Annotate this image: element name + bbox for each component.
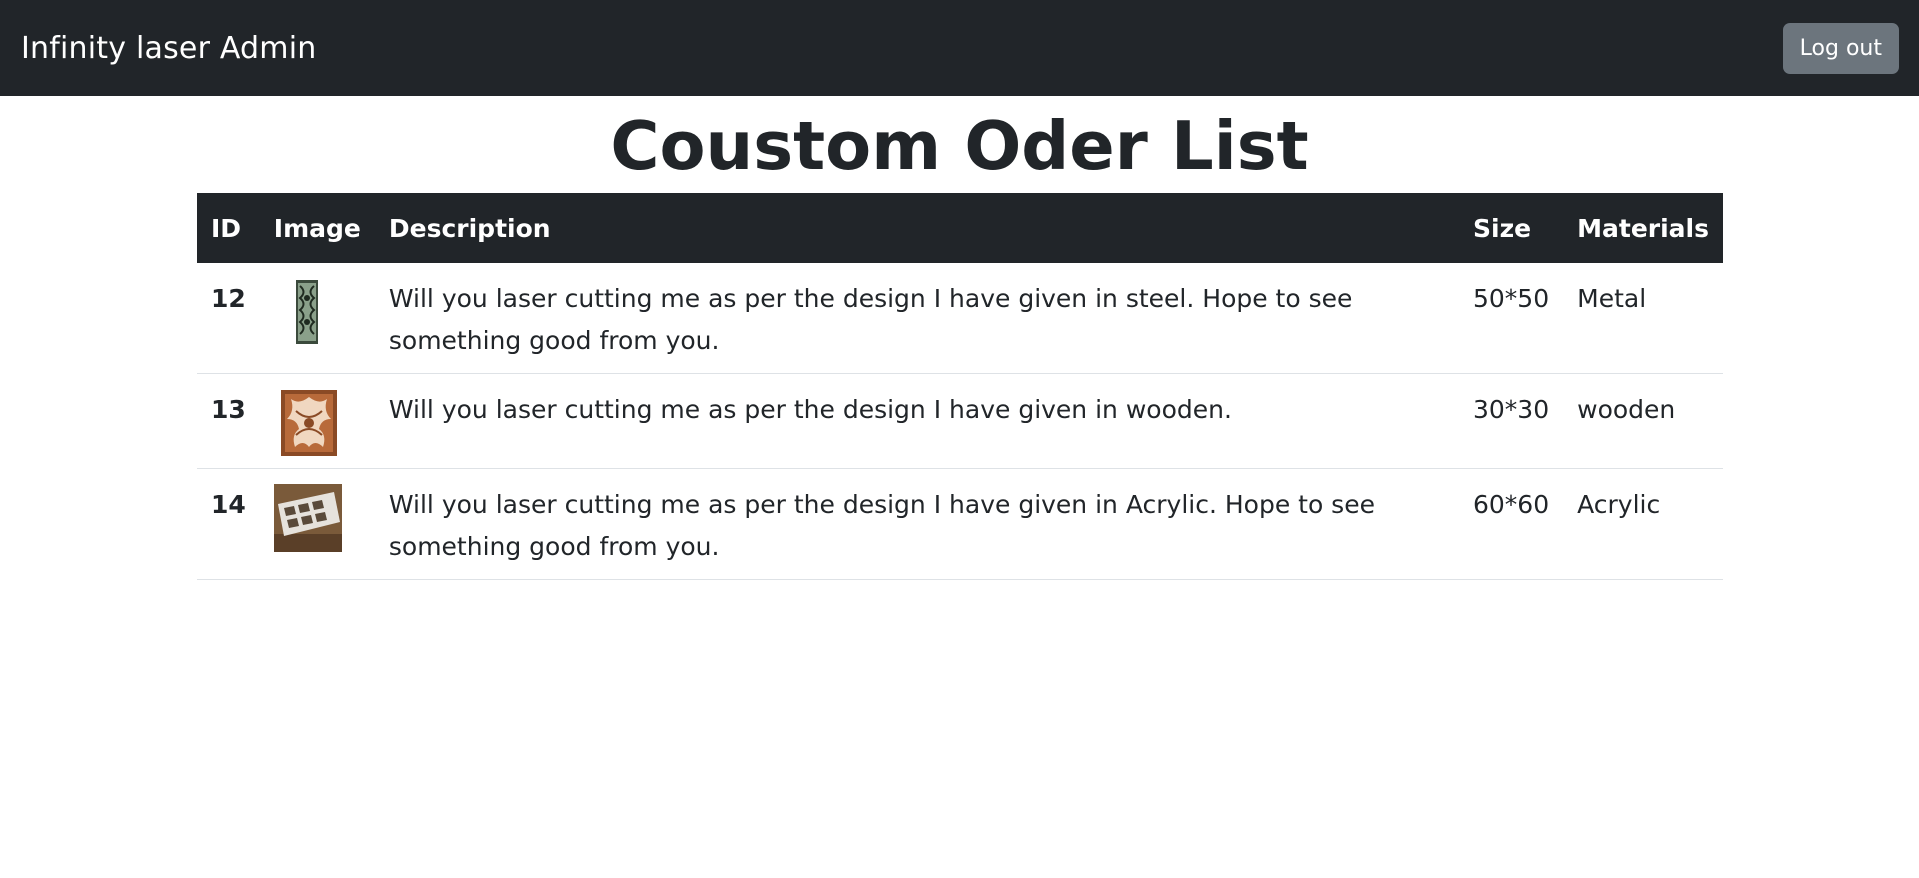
order-materials: Acrylic	[1563, 468, 1723, 580]
order-description: Will you laser cutting me as per the des…	[374, 373, 1459, 469]
table-row: 14 Will you laser cutting me as per the …	[197, 468, 1723, 580]
order-id: 13	[197, 373, 260, 469]
order-description: Will you laser cutting me as per the des…	[374, 468, 1459, 580]
order-id: 14	[197, 468, 260, 580]
order-description: Will you laser cutting me as per the des…	[374, 263, 1459, 374]
top-navbar: Infinity laser Admin Log out	[0, 0, 1919, 96]
logout-button[interactable]: Log out	[1782, 22, 1899, 74]
image-cell	[259, 263, 375, 374]
order-id: 12	[197, 263, 260, 374]
order-size: 60*60	[1459, 468, 1564, 580]
brand-link[interactable]: Infinity laser Admin	[21, 31, 316, 66]
column-header-image: Image	[273, 213, 361, 243]
page-title: Coustom Oder List	[610, 107, 1309, 185]
image-cell	[259, 373, 375, 469]
column-header-materials: Materials	[1577, 213, 1709, 243]
column-header-size: Size	[1473, 213, 1532, 243]
column-header-description: Description	[388, 213, 551, 243]
order-size: 50*50	[1459, 263, 1564, 374]
order-size: 30*30	[1459, 373, 1564, 469]
acrylic-panel-thumbnail[interactable]	[273, 484, 342, 552]
table-row: 12 Will you laser cutting me as per the …	[197, 263, 1723, 374]
header-row: ID Image Description Size Materials	[197, 193, 1723, 263]
wooden-panel-thumbnail[interactable]	[274, 389, 342, 457]
image-cell	[259, 468, 375, 580]
table-header: ID Image Description Size Materials	[197, 193, 1723, 263]
table-row: 13 Will you laser cutting me as per the …	[197, 373, 1723, 469]
steel-panel-thumbnail[interactable]	[274, 278, 342, 346]
order-materials: wooden	[1563, 373, 1723, 469]
orders-table: ID Image Description Size Materials 12 W…	[197, 193, 1723, 580]
order-materials: Metal	[1563, 263, 1723, 374]
table-body: 12 Will you laser cutting me as per the …	[197, 263, 1723, 580]
column-header-id: ID	[211, 213, 242, 243]
